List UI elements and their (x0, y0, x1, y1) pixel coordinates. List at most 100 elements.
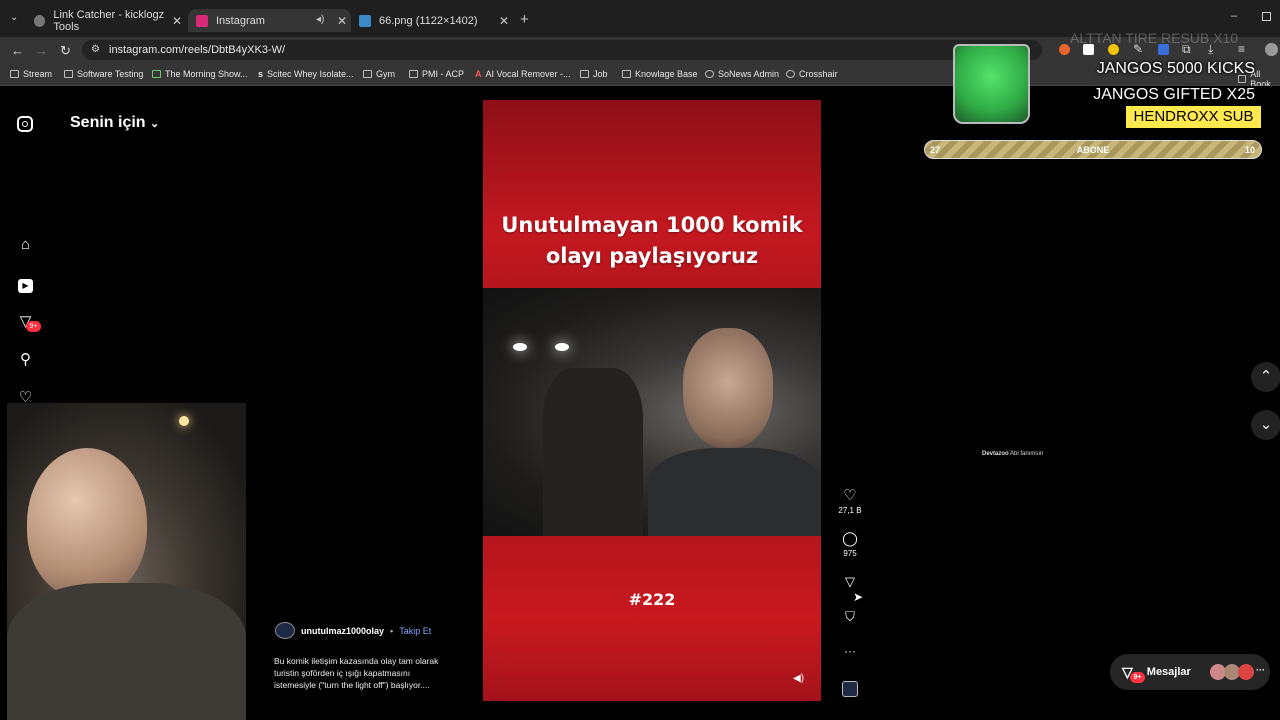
goal-label: ABONE (1076, 145, 1110, 155)
messages-button[interactable]: ▽ 9+ Mesajlar ··· (1110, 654, 1270, 690)
bookmark-label: Gym (376, 69, 395, 79)
bookmark-pmi[interactable]: PMI - ACP (409, 69, 464, 79)
caption-line: Bu komik iletişim kazasında olay tam ola… (274, 656, 439, 666)
comment-button[interactable]: ◯ 975 (836, 530, 864, 558)
feed-selector[interactable]: Senin için ⌄ (70, 114, 159, 132)
messages-badge: 9+ (1130, 672, 1145, 683)
reels-icon[interactable]: ▶ (17, 275, 34, 293)
speaker-icon[interactable]: ◂) (316, 14, 324, 25)
reel-video-player[interactable]: Unutulmayan 1000 komik olayı paylaşıyoru… (483, 100, 821, 701)
tab-list-chevron-icon[interactable]: ⌄ (10, 12, 18, 23)
bookmark-ai-vocal[interactable]: A AI Vocal Remover -... (475, 69, 571, 79)
reel-author[interactable]: unutulmaz1000olay • Takip Et (275, 622, 431, 639)
more-icon: ··· (844, 644, 856, 658)
more-icon: ··· (1256, 665, 1265, 675)
comment-count: 975 (843, 549, 857, 558)
avatar[interactable] (1265, 43, 1278, 56)
close-icon[interactable]: ✕ (337, 14, 347, 28)
bookmark-morning-show[interactable]: The Morning Show... (152, 69, 248, 79)
chart-icon (152, 70, 161, 78)
sub-alert-highlight: HENDROXX SUB (1126, 106, 1261, 128)
bookmark-stream[interactable]: Stream (10, 69, 52, 79)
tab-instagram[interactable]: Instagram ◂) ✕ (188, 9, 351, 32)
notification-badge: 9+ (26, 321, 41, 332)
kicks-jar-graphic (953, 44, 1030, 124)
back-icon[interactable]: ← (11, 43, 24, 58)
caption-line: istemesiyle ("turn the light off") başlı… (274, 680, 430, 690)
feed-title: Senin için (70, 114, 146, 131)
mouse-cursor: ➤ (853, 590, 864, 604)
forward-icon[interactable]: → (35, 43, 48, 58)
bookmark-label: PMI - ACP (422, 69, 465, 79)
person-shirt (7, 583, 246, 720)
mute-button[interactable]: ◀) (793, 673, 804, 684)
folder-icon (10, 70, 19, 78)
follow-button[interactable]: Takip Et (399, 626, 431, 636)
folder-icon (363, 70, 372, 78)
bookmark-gym[interactable]: Gym (363, 69, 395, 79)
bookmark-job[interactable]: Job (580, 69, 608, 79)
close-icon[interactable]: ✕ (172, 14, 182, 28)
close-icon[interactable]: ✕ (499, 14, 509, 28)
next-reel-button[interactable]: ⌄ (1251, 410, 1280, 440)
s-icon: s (258, 69, 264, 79)
bookmark-label: Crosshair (799, 69, 838, 79)
reel-caption[interactable]: Bu komik iletişim kazasında olay tam ola… (274, 655, 474, 691)
sub-goal-bar: 27 ABONE 10 (924, 140, 1262, 159)
reel-bottom-banner (483, 536, 821, 701)
previous-reel-button[interactable]: ⌃ (1251, 362, 1280, 392)
maximize-icon[interactable] (1262, 12, 1271, 21)
save-button[interactable]: ⛉ (836, 609, 864, 625)
tab-title: Instagram (216, 14, 265, 27)
minimize-icon[interactable]: – (1231, 10, 1237, 22)
url-text: instagram.com/reels/DbtB4yXK3-W/ (109, 44, 286, 56)
bookmark-scitec[interactable]: s Scitec Whey Isolate... (258, 69, 354, 79)
send-icon: ▽ (845, 574, 855, 589)
search-icon[interactable]: ⚲ (17, 351, 34, 368)
bookmark-software-testing[interactable]: Software Testing (64, 69, 143, 79)
avatar[interactable] (275, 622, 295, 639)
bookmark-label: Stream (23, 69, 53, 79)
bookmark-label: Job (593, 69, 608, 79)
reload-icon[interactable]: ↻ (60, 43, 71, 59)
avatar (1238, 664, 1254, 680)
globe-icon (34, 14, 46, 27)
chevron-down-icon: ⌄ (150, 118, 160, 130)
bookmark-sonews[interactable]: SoNews Admin (705, 69, 779, 79)
bookmark-knowlage[interactable]: Knowlage Base (622, 69, 698, 79)
bookmark-crosshair[interactable]: Crosshair (786, 69, 838, 79)
reel-title-line: olayı paylaşıyoruz (545, 244, 759, 268)
like-button[interactable]: ♡ 27,1 B (836, 486, 864, 515)
tab-image[interactable]: 66.png (1122×1402) ✕ (353, 9, 513, 32)
instagram-logo-icon[interactable] (17, 116, 33, 132)
chat-username: Devtazoo (982, 451, 1009, 457)
bookmark-label: AI Vocal Remover -... (485, 69, 571, 79)
like-count: 27,1 B (838, 506, 862, 515)
media-icon[interactable]: ≡ (1238, 42, 1245, 56)
new-tab-button[interactable]: + (520, 11, 529, 28)
reel-video-frame (483, 288, 821, 536)
url-bar[interactable]: ⚙ instagram.com/reels/DbtB4yXK3-W/ (82, 40, 1042, 60)
share-button[interactable]: ▽ (836, 574, 864, 590)
author-username[interactable]: unutulmaz1000olay (301, 626, 384, 636)
audio-thumbnail[interactable] (842, 681, 858, 697)
site-info-icon[interactable]: ⚙ (91, 40, 100, 60)
folder-icon (580, 70, 589, 78)
tab-link-catcher[interactable]: Link Catcher - kicklogz Tools ✕ (28, 9, 186, 33)
person-head (27, 448, 147, 598)
bookmark-label: Scitec Whey Isolate... (267, 69, 354, 79)
webcam-overlay (7, 403, 246, 720)
bookmark-label: Software Testing (77, 69, 144, 79)
more-options-button[interactable]: ··· (836, 644, 864, 658)
reel-title: Unutulmayan 1000 komik olayı paylaşıyoru… (483, 210, 821, 272)
caption-line: turistin şoförden iç ışığı kapatmasını (274, 668, 411, 678)
seat-headrest (543, 368, 643, 536)
lamp-light (179, 416, 189, 426)
bookmark-label: SoNews Admin (718, 69, 780, 79)
bookmark-label: Knowlage Base (635, 69, 698, 79)
stream-alerts: JANGOS 5000 KICKS JANGOS GIFTED X25 (1093, 56, 1255, 108)
extension-icon[interactable] (1059, 44, 1070, 55)
home-icon[interactable]: ⌂ (17, 236, 34, 253)
folder-icon (409, 70, 418, 78)
messages-label: Mesajlar (1146, 666, 1191, 678)
